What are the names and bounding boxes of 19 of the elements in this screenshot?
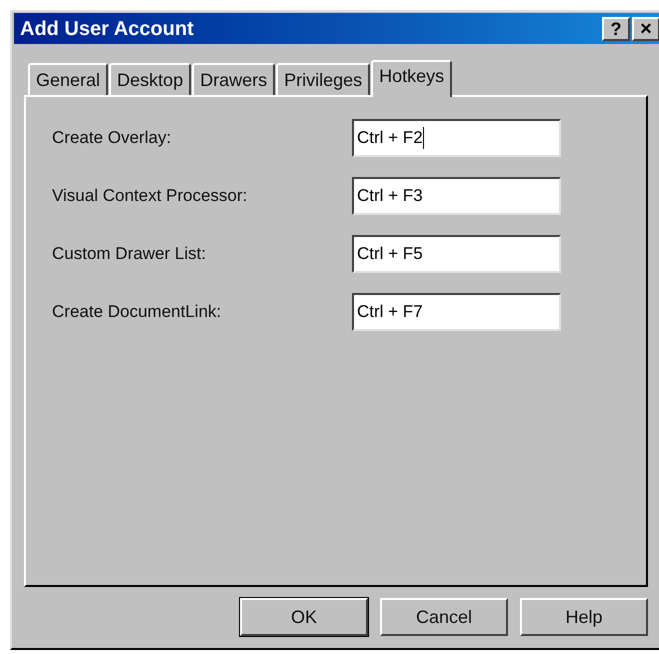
- tab[interactable]: Privileges: [276, 63, 370, 95]
- hotkey-field[interactable]: Ctrl + F7: [352, 292, 561, 330]
- hotkey-label: Visual Context Processor:: [52, 184, 248, 207]
- hotkey-field[interactable]: Ctrl + F2: [352, 118, 561, 156]
- tab[interactable]: Hotkeys: [371, 60, 452, 97]
- tab[interactable]: Drawers: [192, 63, 276, 95]
- hotkey-label: Custom Drawer List:: [52, 242, 207, 265]
- hotkey-label: Create Overlay:: [52, 126, 172, 149]
- hotkey-field[interactable]: Ctrl + F3: [352, 176, 561, 214]
- dialog-button[interactable]: Help: [520, 598, 648, 636]
- tab[interactable]: Desktop: [109, 63, 192, 95]
- hotkey-field[interactable]: Ctrl + F5: [352, 234, 561, 272]
- help-button[interactable]: ?: [602, 16, 630, 40]
- close-button[interactable]: ×: [632, 16, 659, 40]
- tab[interactable]: General: [28, 63, 108, 95]
- dialog-button[interactable]: Cancel: [380, 598, 508, 636]
- window-title: Add User Account: [20, 16, 195, 42]
- dialog-button[interactable]: OK: [240, 598, 368, 636]
- hotkey-label: Create DocumentLink:: [52, 300, 222, 323]
